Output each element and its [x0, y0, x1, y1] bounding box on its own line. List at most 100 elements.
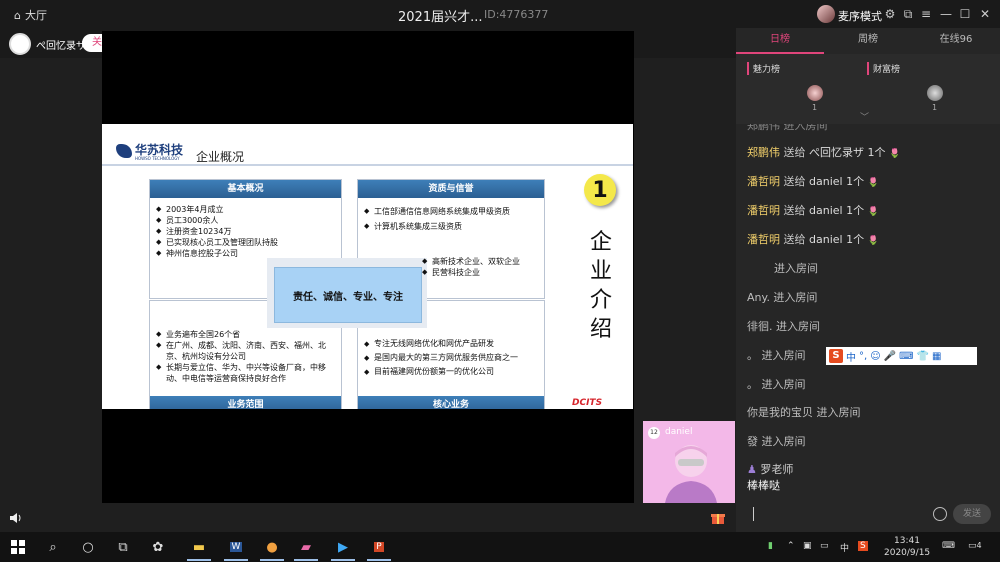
taskbar-clock[interactable]: 13:41 2020/9/15	[884, 535, 930, 559]
settings-icon[interactable]: ⚙	[882, 6, 898, 22]
popout-icon[interactable]: ⧉	[900, 6, 916, 22]
list-item: 长期与爱立信、华为、中兴等设备厂商，中移动、中电信等运营商保持良好合作	[156, 362, 335, 384]
gift-count: 1个	[846, 233, 865, 246]
video-app-icon[interactable]: ▶	[331, 539, 355, 561]
chat-message-text: 棒棒哒	[747, 479, 780, 492]
app-orange-icon[interactable]: ●	[260, 539, 284, 561]
ime-mode[interactable]: 中	[846, 349, 856, 364]
section-title: 企 业 介 绍	[588, 228, 614, 344]
list-item: 注册资金10234万	[156, 226, 335, 237]
company-logo-en: HOWSO TECHNOLOGY	[135, 156, 180, 161]
lobby-button[interactable]: ⌂ 大厅	[14, 7, 47, 23]
chevron-down-icon[interactable]: ﹀	[860, 110, 869, 123]
emoji-icon[interactable]: ☺	[870, 351, 880, 362]
gift-target: daniel	[809, 204, 843, 217]
streamer-avatar[interactable]	[9, 33, 31, 55]
tab-online[interactable]: 在线96	[912, 28, 1000, 54]
enter-message: 發 进入房间	[747, 435, 806, 448]
list-item: 业务遍布全国26个省	[156, 329, 335, 340]
basic-info-title: 基本概况	[150, 180, 341, 198]
taskbar: ⌕ ○ ⧉ ✿ ▬ W ● ▰ ▶ P	[0, 532, 1000, 562]
network-icon[interactable]: ▭	[820, 541, 829, 551]
basic-info-list: 2003年4月成立 员工3000余人 注册资金10234万 已实现核心员工及管理…	[150, 198, 341, 259]
list-item: 专注无线网络优化和网优产品研发	[364, 337, 538, 351]
gift-sender[interactable]: 郑鹏伟	[747, 146, 780, 159]
list-item: 民营科技企业	[422, 267, 520, 278]
ranking-tabs: 日榜 周榜 在线96	[736, 28, 1000, 54]
tray-app-icon[interactable]: ▣	[803, 541, 812, 551]
skin-icon[interactable]: 👕	[917, 351, 929, 362]
powerpoint-icon[interactable]: P	[367, 539, 391, 561]
chat-list[interactable]: 郑鹏伟 进入房间 郑鹏伟 送给 ぺ回忆录ザ 1个 🌷 潘哲明 送给 daniel…	[736, 124, 1000, 496]
side-panel: 日榜 周榜 在线96 魅力榜 1 财富榜 1 ﹀ 郑鹏伟 进入房间 郑鹏伟 送给…	[736, 28, 1000, 532]
partner-logo: DCITS	[572, 398, 603, 408]
maximize-icon[interactable]: ☐	[957, 6, 973, 22]
list-item: 郑鹏伟 进入房间	[747, 124, 828, 132]
list-item: 员工3000余人	[156, 215, 335, 226]
gift-icon[interactable]	[711, 510, 725, 524]
shared-slide: 华苏科技 HOWSO TECHNOLOGY 企业概况 基本概况 2003年4月成…	[102, 124, 633, 409]
charm-ranking[interactable]: 魅力榜 1	[747, 62, 867, 112]
gift-action: 送给	[783, 175, 806, 188]
live-app-icon[interactable]: ▰	[294, 539, 318, 561]
camera-view[interactable]: 12 daniel	[643, 421, 735, 503]
wealth-ranking-label: 财富榜	[867, 62, 987, 75]
task-view-icon[interactable]: ⧉	[115, 539, 131, 555]
file-explorer-icon[interactable]: ▬	[187, 539, 211, 561]
chat-input[interactable]	[753, 507, 754, 521]
list-item: 高新技术企业、双软企业	[422, 256, 520, 267]
gift-count: 1个	[846, 204, 865, 217]
title-bar: ⌂ 大厅 2021届兴才... ID:4776377 麦序模式 ⚙ ⧉ ≡ — …	[0, 0, 1000, 28]
rank-number: 1	[812, 103, 818, 112]
send-button[interactable]: 发送	[953, 504, 991, 524]
gift-sender[interactable]: 潘哲明	[747, 233, 780, 246]
emoji-button-icon[interactable]	[933, 507, 947, 521]
tab-daily[interactable]: 日榜	[736, 28, 824, 54]
input-language[interactable]: 中	[840, 541, 849, 554]
search-icon[interactable]: ⌕	[45, 539, 61, 555]
battery-icon[interactable]: ▮	[768, 541, 773, 551]
wealth-ranking[interactable]: 财富榜 1	[867, 62, 987, 112]
gift-target: ぺ回忆录ザ	[809, 146, 864, 159]
chat-user-name[interactable]: 罗老师	[760, 463, 793, 476]
volume-icon[interactable]	[8, 510, 22, 524]
gift-target: daniel	[809, 175, 843, 188]
windows-start-icon[interactable]	[10, 539, 26, 555]
app-icon[interactable]: ✿	[150, 539, 166, 555]
clock-time: 13:41	[894, 536, 920, 546]
sogou-icon: S	[829, 349, 843, 363]
voice-icon[interactable]: 🎤	[884, 351, 896, 362]
tab-weekly[interactable]: 周榜	[824, 28, 912, 54]
keyboard-icon[interactable]: ⌨	[899, 351, 913, 362]
notification-icon[interactable]: ▭4	[968, 541, 982, 551]
section-title-char: 业	[589, 259, 612, 284]
gift-message: 郑鹏伟 送给 ぺ回忆录ザ 1个 🌷	[747, 144, 900, 160]
chevron-up-icon[interactable]: ⌃	[787, 541, 795, 551]
ime-toolbar[interactable]: S 中 °, ☺ 🎤 ⌨ 👕 ▦	[826, 347, 977, 365]
keyboard-tray-icon[interactable]: ⌨	[942, 541, 955, 551]
gift-count: 1个	[867, 146, 886, 159]
gift-target: daniel	[809, 233, 843, 246]
section-title-char: 绍	[589, 317, 612, 342]
menu-icon[interactable]: ≡	[918, 6, 934, 22]
core-values: 责任、诚信、专业、专注	[274, 267, 422, 323]
mode-avatar[interactable]	[817, 5, 835, 23]
avatar	[927, 85, 943, 101]
section-title-char: 企	[589, 230, 612, 255]
gift-message: 潘哲明 送给 daniel 1个 🌷	[747, 202, 879, 218]
word-icon[interactable]: W	[224, 539, 248, 561]
close-icon[interactable]: ✕	[977, 6, 993, 22]
enter-message: 徘徊. 进入房间	[747, 320, 820, 333]
list-item: 是国内最大的第三方网优服务供应商之一	[364, 351, 538, 365]
gift-sender[interactable]: 潘哲明	[747, 175, 780, 188]
tools-icon[interactable]: ▦	[932, 351, 941, 362]
company-logo-icon	[116, 144, 132, 158]
sogou-tray-icon[interactable]: S	[858, 541, 868, 551]
punctuation-icon[interactable]: °,	[859, 351, 867, 362]
cortana-icon[interactable]: ○	[80, 539, 96, 555]
enter-message: Any. 进入房间	[747, 291, 818, 304]
camera-user-name: daniel	[665, 427, 693, 437]
mode-label[interactable]: 麦序模式	[838, 8, 882, 24]
minimize-icon[interactable]: —	[938, 6, 954, 22]
gift-sender[interactable]: 潘哲明	[747, 204, 780, 217]
